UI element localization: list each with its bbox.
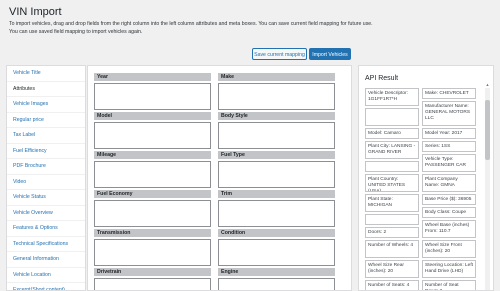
api-field-plant-city[interactable]: Plant City: LANSING - GRAND RIVER (365, 141, 419, 159)
sidebar-item-pdf-brochure[interactable]: PDF Brochure (7, 159, 85, 175)
sidebar-item-fuel-efficiency[interactable]: Fuel Efficiency (7, 144, 85, 159)
sidebar-item-technical-specifications[interactable]: Technical Specifications (7, 237, 85, 252)
field-label: Condition (218, 229, 335, 237)
field-condition: Condition (218, 229, 335, 266)
field-label: Fuel Type (218, 151, 335, 159)
drop-zone-drivetrain[interactable] (94, 278, 211, 290)
sidebar-item-vehicle-location[interactable]: Vehicle Location (7, 268, 85, 283)
description-line-2: You can use saved field mapping to impor… (9, 29, 143, 35)
field-transmission: Transmission (94, 229, 211, 266)
field-label: Fuel Economy (94, 190, 211, 198)
api-field-vehicle-descriptor[interactable]: Vehicle Descriptor: 1G1FF1R7*H (365, 88, 419, 106)
api-field-steering-location[interactable]: Steering Location: Left Hand Drive (LHD) (422, 260, 476, 278)
field-fuel-economy: Fuel Economy (94, 190, 211, 227)
api-field-vehicle-type[interactable]: Vehicle Type: PASSENGER CAR (422, 154, 476, 172)
api-field-plant-country[interactable]: Plant Country: UNITED STATES (USA) (365, 174, 419, 192)
field-drivetrain: Drivetrain (94, 268, 211, 290)
api-field-empty[interactable] (365, 214, 419, 225)
api-field-doors[interactable]: Doors: 2 (365, 227, 419, 238)
api-scrollbar[interactable] (485, 88, 490, 290)
api-field-plant-state[interactable]: Plant State: MICHIGAN (365, 194, 419, 212)
drop-zone-fuel-economy[interactable] (94, 200, 211, 227)
drop-zone-fuel-type[interactable] (218, 161, 335, 188)
sidebar-item-vehicle-images[interactable]: Vehicle Images (7, 97, 85, 113)
api-field-body-class[interactable]: Body Class: Coupe (422, 207, 476, 218)
field-fuel-type: Fuel Type (218, 151, 335, 188)
sidebar-item-general-information[interactable]: General Information (7, 252, 85, 268)
drop-zone-make[interactable] (218, 83, 335, 110)
page-description: To import vehicles, drag and drop fields… (9, 20, 429, 36)
scrollbar-thumb[interactable] (485, 100, 490, 160)
api-field-model[interactable]: Model: Camaro (365, 128, 419, 139)
field-label: Make (218, 73, 335, 81)
field-label: Year (94, 73, 211, 81)
field-body-style: Body Style (218, 112, 335, 149)
field-mileage: Mileage (94, 151, 211, 188)
sidebar-item-vehicle-title[interactable]: Vehicle Title (7, 66, 85, 82)
api-field-number-of-wheels[interactable]: Number of Wheels: 4 (365, 240, 419, 258)
field-label: Mileage (94, 151, 211, 159)
field-label: Drivetrain (94, 268, 211, 276)
description-line-1: To import vehicles, drag and drop fields… (9, 21, 373, 27)
api-field-wheel-base[interactable]: Wheel Base (inches) From: 110.7 (422, 220, 476, 238)
drop-zone-year[interactable] (94, 83, 211, 110)
api-field-model-year[interactable]: Model Year: 2017 (422, 128, 476, 139)
field-trim: Trim (218, 190, 335, 227)
sidebar-item-attributes[interactable]: Attributes (7, 81, 85, 97)
page-title: VIN Import (9, 6, 62, 18)
sidebar-item-tax-label[interactable]: Tax Label (7, 128, 85, 144)
sidebar-item-video[interactable]: Video (7, 175, 85, 190)
api-field-series[interactable]: Series: 1SS (422, 141, 476, 152)
field-label: Transmission (94, 229, 211, 237)
field-engine: Engine (218, 268, 335, 290)
api-field-empty[interactable] (365, 161, 419, 172)
field-make: Make (218, 73, 335, 110)
drop-zone-engine[interactable] (218, 278, 335, 290)
api-field-wheel-size-front[interactable]: Wheel Size Front (inches): 20 (422, 240, 476, 258)
drop-zone-mileage[interactable] (94, 161, 211, 188)
field-label: Engine (218, 268, 335, 276)
field-label: Trim (218, 190, 335, 198)
api-field-base-price[interactable]: Base Price ($): 36905 (422, 194, 476, 205)
field-year: Year (94, 73, 211, 110)
attribute-mapping-area: Year Make Model Body Style Mileage Fuel … (87, 65, 352, 291)
field-label: Model (94, 112, 211, 120)
scroll-up-icon[interactable]: ▲ (485, 82, 490, 87)
api-result-title: API Result (365, 75, 399, 82)
drop-zone-trim[interactable] (218, 200, 335, 227)
sidebar-item-vehicle-status[interactable]: Vehicle Status (7, 190, 85, 206)
api-result-list[interactable]: Vehicle Descriptor: 1G1FF1R7*H Make: CHE… (365, 88, 485, 290)
api-field-manufacturer[interactable]: Manufacturer Name: GENERAL MOTORS LLC (422, 101, 476, 126)
field-model: Model (94, 112, 211, 149)
field-label: Body Style (218, 112, 335, 120)
drop-zone-transmission[interactable] (94, 239, 211, 266)
drop-zone-model[interactable] (94, 122, 211, 149)
sidebar-item-features-options[interactable]: Features & Options (7, 221, 85, 237)
save-mapping-button[interactable]: Save current mapping (252, 48, 307, 60)
sidebar-item-regular-price[interactable]: Regular price (7, 113, 85, 128)
api-field-wheel-size-rear[interactable]: Wheel Size Rear (inches): 20 (365, 260, 419, 278)
sidebar-item-vehicle-overview[interactable]: Vehicle Overview (7, 206, 85, 221)
api-field-number-of-seats[interactable]: Number of Seats: 4 (365, 280, 419, 290)
sidebar-item-excerpt[interactable]: Excerpt(Short content) (7, 283, 85, 290)
api-field-seat-rows[interactable]: Number of Seat Rows: 2 (422, 280, 476, 290)
import-vehicles-button[interactable]: Import Vehicles (309, 48, 351, 60)
api-field-plant-company[interactable]: Plant Company Name: GMNA (422, 174, 476, 192)
api-field-make[interactable]: Make: CHEVROLET (422, 88, 476, 99)
api-field-empty[interactable] (365, 108, 419, 126)
api-result-panel: API Result ▲ Vehicle Descriptor: 1G1FF1R… (358, 65, 494, 291)
drop-zone-condition[interactable] (218, 239, 335, 266)
field-sidebar: Vehicle Title Attributes Vehicle Images … (6, 65, 86, 291)
drop-zone-body-style[interactable] (218, 122, 335, 149)
